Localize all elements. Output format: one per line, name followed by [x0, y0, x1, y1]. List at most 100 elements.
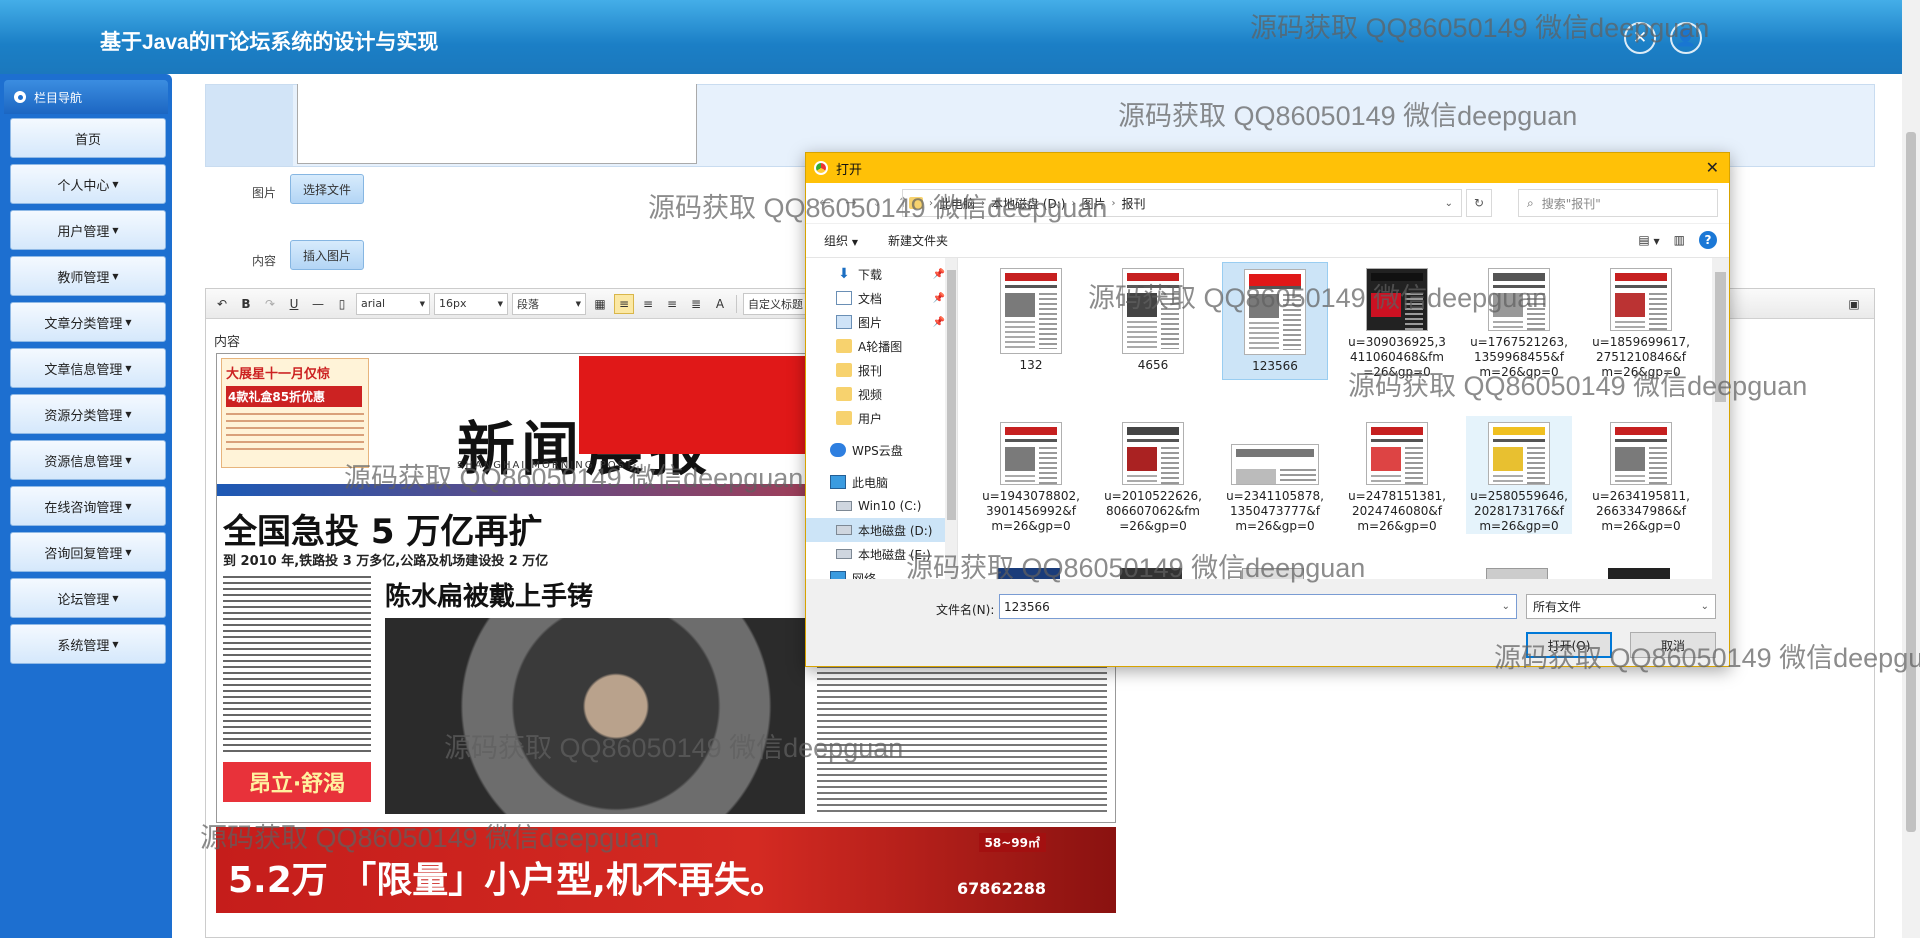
side-promo-box: 大展星十一月仅惊 4款礼盒85折优惠	[221, 358, 369, 468]
address-bar[interactable]: › 此电脑 › 本地磁盘 (D:) › 图片 › 报刊 ⌄	[902, 189, 1462, 217]
nav-item-drive-e[interactable]: 本地磁盘 (E:)	[806, 542, 957, 566]
breadcrumb-item[interactable]: 图片	[1081, 195, 1105, 212]
chevron-down-icon[interactable]: ⌄	[1445, 198, 1453, 209]
nav-item-wps-cloud[interactable]: WPS云盘	[806, 438, 957, 462]
choose-file-button[interactable]: 选择文件	[290, 174, 365, 204]
sidebar-item-resource-info[interactable]: 资源信息管理 ▼	[10, 440, 166, 480]
forward-arrow-icon[interactable]: →	[842, 195, 860, 211]
scrollbar-thumb[interactable]	[1906, 132, 1916, 832]
pin-icon: 📌	[932, 316, 945, 328]
horizontal-rule-icon[interactable]: —	[308, 294, 328, 314]
sidebar-item-user-management[interactable]: 用户管理 ▼	[10, 210, 166, 250]
page-scrollbar[interactable]	[1902, 0, 1920, 938]
sidebar-item-online-consult[interactable]: 在线咨询管理 ▼	[10, 486, 166, 526]
justify-icon[interactable]: ≣	[686, 294, 706, 314]
organize-button[interactable]: 组织 ▼	[824, 232, 858, 249]
search-input[interactable]: ⌕ 搜索"报刊"	[1518, 189, 1718, 217]
nav-item-documents[interactable]: 文档 📌	[806, 286, 957, 310]
nav-item-pictures[interactable]: 图片 📌	[806, 310, 957, 334]
open-button[interactable]: 打开(O)	[1526, 632, 1612, 658]
nav-item-this-pc[interactable]: 此电脑	[806, 470, 957, 494]
nav-item-label: Win10 (C:)	[858, 499, 922, 513]
scrollbar-thumb[interactable]	[947, 270, 956, 520]
nav-item-users[interactable]: 用户	[806, 406, 957, 430]
file-item[interactable]: u=1943078802,3901456992&fm=26&gp=0	[978, 416, 1084, 534]
page-icon[interactable]: ▯	[332, 294, 352, 314]
help-icon[interactable]: ?	[1699, 231, 1717, 249]
sidebar-item-teacher-management[interactable]: 教师管理 ▼	[10, 256, 166, 296]
sidebar-item-forum[interactable]: 论坛管理 ▼	[10, 578, 166, 618]
nav-item-newspapers[interactable]: 报刊	[806, 358, 957, 382]
sidebar-item-article-category[interactable]: 文章分类管理 ▼	[10, 302, 166, 342]
close-icon[interactable]: ✕	[1706, 158, 1719, 177]
breadcrumb-item[interactable]: 此电脑	[939, 195, 975, 212]
sidebar-item-label: 教师管理	[57, 270, 110, 286]
cancel-button[interactable]: 取消	[1630, 632, 1716, 658]
new-folder-button[interactable]: 新建文件夹	[888, 232, 948, 249]
file-type-value: 所有文件	[1533, 600, 1582, 614]
file-grid-scrollbar[interactable]	[1712, 258, 1729, 580]
file-item[interactable]: u=2010522626,806607062&fm=26&gp=0	[1100, 416, 1206, 534]
sidebar-item-article-info[interactable]: 文章信息管理 ▼	[10, 348, 166, 388]
nav-item-carousel[interactable]: A轮播图	[806, 334, 957, 358]
custom-title-select[interactable]: 自定义标题	[743, 292, 813, 315]
scrollbar-thumb[interactable]	[1715, 272, 1726, 402]
underline-icon[interactable]: U	[284, 294, 304, 314]
dialog-footer: 文件名(N): 123566 ⌄ 所有文件 ⌄ 打开(O) 取消	[806, 579, 1729, 666]
table-icon[interactable]: ▦	[590, 294, 610, 314]
file-item[interactable]: u=309036925,3411060468&fm=26&gp=0	[1344, 262, 1450, 380]
redo-icon[interactable]: ↷	[260, 294, 280, 314]
sidebar-item-resource-category[interactable]: 资源分类管理 ▼	[10, 394, 166, 434]
nav-item-drive-d[interactable]: 本地磁盘 (D:)	[806, 518, 957, 542]
align-left-icon[interactable]: ≡	[614, 293, 634, 314]
file-name: u=2634195811,2663347986&fm=26&gp=0	[1592, 489, 1690, 533]
breadcrumb-item[interactable]: 本地磁盘 (D:)	[991, 195, 1065, 212]
align-center-icon[interactable]: ≡	[638, 294, 658, 314]
nav-item-videos[interactable]: 视频	[806, 382, 957, 406]
sidebar-item-home[interactable]: 首页	[10, 118, 166, 158]
file-item[interactable]: u=1767521263,1359968455&fm=26&gp=0	[1466, 262, 1572, 380]
font-size-select[interactable]: 16px ▼	[434, 292, 508, 315]
file-item[interactable]: u=2634195811,2663347986&fm=26&gp=0	[1588, 416, 1694, 534]
nav-item-drive-c[interactable]: Win10 (C:)	[806, 494, 957, 518]
nav-pane-scrollbar[interactable]	[945, 258, 957, 580]
undo-icon[interactable]: ↶	[212, 294, 232, 314]
bold-icon[interactable]: B	[236, 294, 256, 314]
font-family-select[interactable]: arial ▼	[356, 292, 430, 315]
file-item[interactable]: 4656	[1100, 262, 1206, 380]
user-icon[interactable]: 👤	[1670, 22, 1702, 54]
close-icon[interactable]: ✕	[1624, 22, 1656, 54]
drive-icon	[836, 525, 852, 535]
sidebar-item-system[interactable]: 系统管理 ▼	[10, 624, 166, 664]
align-right-icon[interactable]: ≡	[662, 294, 682, 314]
preview-pane-icon[interactable]: ▥	[1674, 233, 1685, 247]
sidebar-item-personal-center[interactable]: 个人中心 ▼	[10, 164, 166, 204]
previous-textarea[interactable]	[297, 84, 697, 164]
chevron-down-icon[interactable]: ⌄	[1502, 601, 1510, 612]
paragraph-select[interactable]: 段落 ▼	[512, 292, 586, 315]
file-item[interactable]: u=2341105878,1350473777&fm=26&gp=0	[1222, 416, 1328, 534]
view-mode-icon[interactable]: ▤ ▼	[1638, 233, 1659, 247]
ad-text: 5.2万 「限量」小户型,机不再失。	[228, 860, 786, 901]
file-type-select[interactable]: 所有文件 ⌄	[1526, 594, 1716, 619]
sidebar: 栏目导航 首页 个人中心 ▼ 用户管理 ▼ 教师管理 ▼ 文章分类管理 ▼ 文章信息管理…	[0, 74, 172, 938]
refresh-icon[interactable]: ↻	[1466, 189, 1492, 217]
nav-item-downloads[interactable]: ⬇ 下载 📌	[806, 262, 957, 286]
filename-input[interactable]: 123566 ⌄	[999, 594, 1517, 619]
breadcrumb-item[interactable]: 报刊	[1122, 195, 1146, 212]
font-color-icon[interactable]: A	[710, 294, 730, 314]
back-arrow-icon[interactable]: ←	[816, 195, 834, 211]
file-item[interactable]: 132	[978, 262, 1084, 380]
drive-icon	[836, 501, 852, 511]
file-item-hovered[interactable]: u=2580559646,2028173176&fm=26&gp=0	[1466, 416, 1572, 534]
font-family-value: arial	[361, 297, 386, 310]
file-name: u=2580559646,2028173176&fm=26&gp=0	[1470, 489, 1568, 533]
file-item-selected[interactable]: 123566	[1222, 262, 1328, 380]
recent-chevron-icon[interactable]: ⌄	[868, 198, 886, 209]
insert-image-button[interactable]: 插入图片	[290, 240, 365, 270]
file-item[interactable]: u=2478151381,2024746080&fm=26&gp=0	[1344, 416, 1450, 534]
nav-item-network[interactable]: 网络	[806, 566, 957, 580]
sidebar-item-consult-reply[interactable]: 咨询回复管理 ▼	[10, 532, 166, 572]
fullscreen-icon[interactable]: ▣	[1844, 294, 1864, 314]
file-item[interactable]: u=1859699617,2751210846&fm=26&gp=0	[1588, 262, 1694, 380]
